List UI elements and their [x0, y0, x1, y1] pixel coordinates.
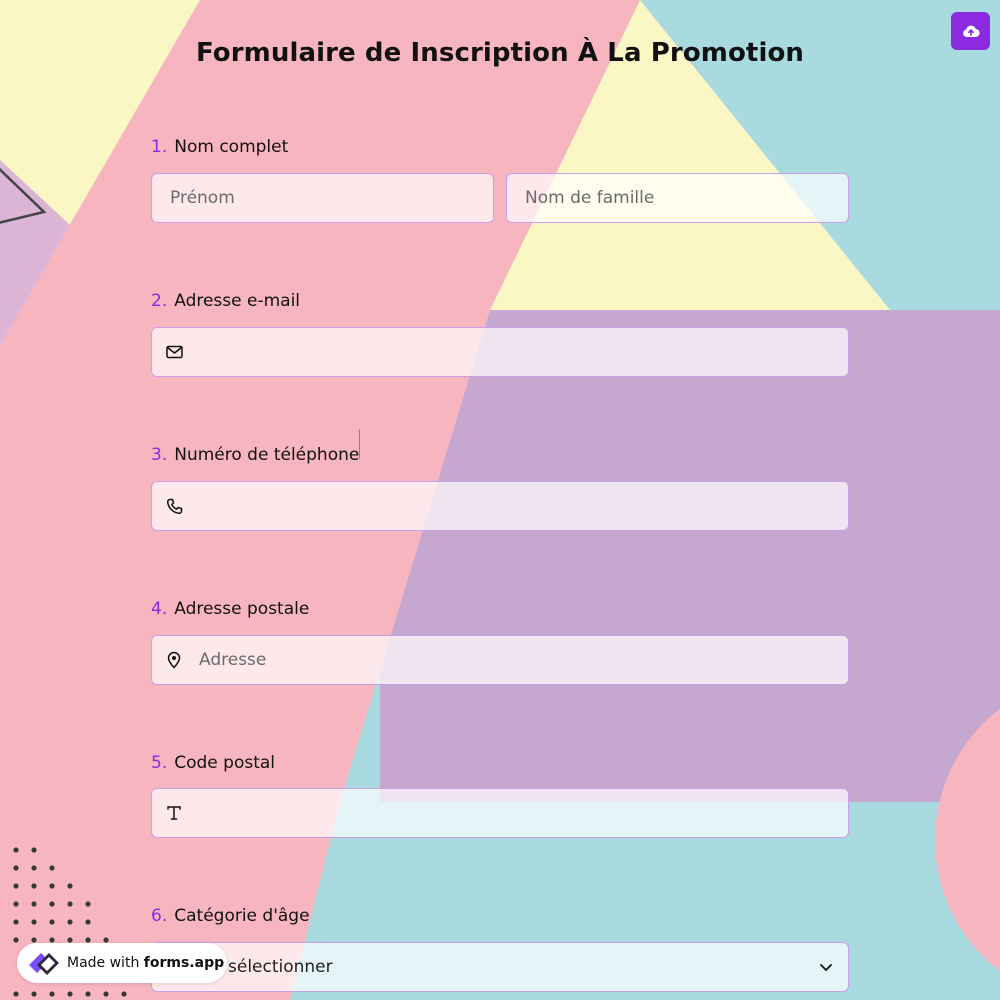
- badge-text: Made with forms.app: [67, 955, 224, 971]
- question-label-email: 2. Adresse e-mail: [151, 291, 300, 311]
- form-title: Formulaire de Inscription À La Promotion: [195, 38, 805, 68]
- question-number: 2.: [151, 291, 168, 311]
- made-with-badge[interactable]: Made with forms.app: [17, 943, 227, 983]
- address-input[interactable]: [183, 636, 848, 684]
- text-cursor: [359, 429, 360, 459]
- email-field[interactable]: [151, 327, 849, 377]
- question-label-phone: 3. Numéro de téléphone: [151, 445, 359, 465]
- postal-code-field[interactable]: [151, 788, 849, 838]
- question-label-address: 4. Adresse postale: [151, 599, 309, 619]
- age-category-select[interactable]: sélectionner: [151, 942, 849, 992]
- phone-input[interactable]: [183, 482, 848, 530]
- question-number: 3.: [151, 445, 168, 465]
- select-value: sélectionner: [228, 957, 333, 977]
- question-text: Catégorie d'âge: [174, 906, 310, 926]
- mail-icon: [165, 343, 183, 361]
- question-label-full-name: 1. Nom complet: [151, 137, 288, 157]
- question-text: Adresse e-mail: [174, 291, 301, 311]
- forms-app-logo: [25, 945, 61, 981]
- cloud-upload-icon: [962, 25, 980, 38]
- question-number: 5.: [151, 753, 168, 773]
- map-pin-icon: [165, 651, 183, 669]
- phone-field[interactable]: [151, 481, 849, 531]
- upload-button[interactable]: [951, 12, 990, 50]
- first-name-input[interactable]: [152, 174, 493, 222]
- question-text: Adresse postale: [174, 599, 310, 619]
- question-label-age-category: 6. Catégorie d'âge: [151, 906, 310, 926]
- question-text: Numéro de téléphone: [174, 445, 360, 465]
- question-number: 1.: [151, 137, 168, 157]
- phone-icon: [165, 497, 183, 515]
- question-text: Nom complet: [174, 137, 289, 157]
- question-number: 4.: [151, 599, 168, 619]
- postal-code-input[interactable]: [183, 789, 848, 837]
- first-name-field[interactable]: [151, 173, 494, 223]
- badge-brand: forms.app: [143, 955, 225, 971]
- badge-prefix: Made with: [67, 955, 144, 971]
- address-field[interactable]: [151, 635, 849, 685]
- text-type-icon: [165, 804, 183, 822]
- email-input[interactable]: [183, 328, 848, 376]
- question-number: 6.: [151, 906, 168, 926]
- last-name-input[interactable]: [507, 174, 848, 222]
- question-label-postal-code: 5. Code postal: [151, 753, 275, 773]
- last-name-field[interactable]: [506, 173, 849, 223]
- chevron-down-icon: [818, 959, 834, 975]
- question-text: Code postal: [174, 753, 276, 773]
